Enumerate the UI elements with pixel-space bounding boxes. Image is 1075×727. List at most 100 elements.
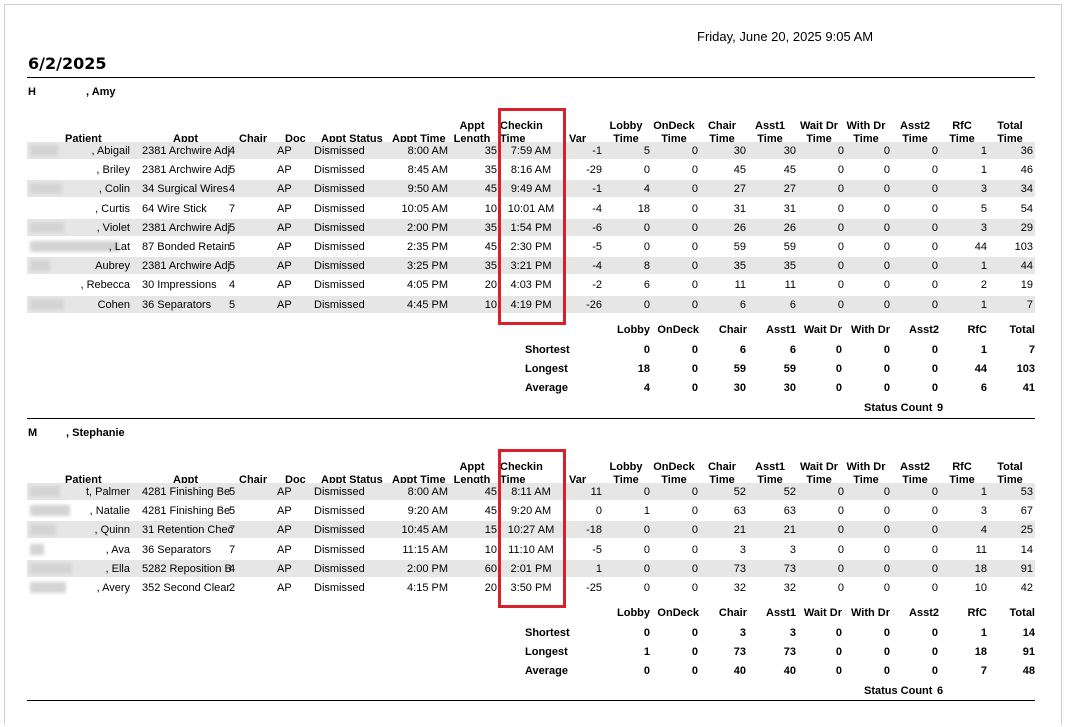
cell-time: 8:00 AM — [407, 145, 448, 157]
cell-status: Dismissed — [314, 562, 365, 575]
cell-time: 4:45 PM — [407, 298, 448, 311]
cell-patient: , Ava — [105, 543, 130, 556]
col-header-chair-time-line-1: Chair — [707, 120, 737, 132]
cell-waitdr: 0 — [837, 486, 844, 498]
summary-label-average: Average — [525, 665, 569, 678]
cell-patient: , Curtis — [95, 202, 130, 215]
col-header-appt-length-line-1: Appt — [459, 120, 485, 132]
cell-asst1: 73 — [783, 562, 796, 575]
col-header-chair-time-line-1: Chair — [707, 461, 737, 473]
cell-var: -18 — [586, 524, 602, 537]
cell-var: -29 — [586, 164, 602, 177]
cell-withdr: 0 — [883, 260, 890, 273]
col-header-ondeck-time-line-1: OnDeck — [653, 461, 695, 473]
cell-asst2: 0 — [931, 145, 938, 157]
summary-value: 0 — [835, 627, 842, 640]
cell-appt: 36 Separators — [142, 298, 212, 311]
summary-value: 6 — [980, 381, 987, 394]
report-date: 6/2/2025 — [28, 54, 107, 73]
cell-var: -26 — [586, 298, 602, 311]
cell-waitdr: 0 — [837, 145, 844, 157]
cell-status: Dismissed — [314, 145, 365, 157]
summary-value: 0 — [883, 381, 890, 394]
cell-var: 0 — [595, 505, 602, 518]
status-count-value: 6 — [937, 685, 944, 698]
cell-doc: AP — [277, 183, 292, 196]
cell-chairt: 6 — [739, 298, 746, 311]
cell-chair: 4 — [229, 183, 236, 196]
cell-appt: 2381 Archwire Adj — [142, 260, 231, 273]
cell-len: 10 — [484, 298, 497, 311]
cell-withdr: 0 — [883, 505, 890, 518]
cell-doc: AP — [277, 260, 292, 273]
summary-value: 0 — [643, 343, 650, 356]
summary-header-0: Lobby — [617, 323, 650, 336]
cell-asst1: 52 — [783, 486, 796, 498]
cell-ondeck: 0 — [691, 582, 698, 594]
cell-lobby: 5 — [643, 145, 650, 157]
cell-waitdr: 0 — [837, 524, 844, 537]
cell-lobby: 6 — [643, 279, 650, 292]
summary-value: 0 — [883, 362, 890, 375]
cell-total: 29 — [1020, 221, 1033, 234]
summary-value: 0 — [691, 343, 698, 356]
cell-status: Dismissed — [314, 241, 365, 253]
cell-doc: AP — [277, 543, 292, 556]
cell-asst2: 0 — [931, 164, 938, 177]
cell-patient: , Avery — [96, 582, 130, 594]
summary-header-3: Asst1 — [766, 607, 796, 620]
cell-doc: AP — [277, 582, 292, 594]
summary-value: 59 — [783, 362, 796, 375]
cell-patient: Aubrey — [95, 260, 130, 273]
cell-chairt: 26 — [733, 221, 746, 234]
summary-header-4: Wait Dr — [803, 607, 842, 620]
cell-waitdr: 0 — [837, 183, 844, 196]
col-header-with-dr-time-line-1: With Dr — [846, 461, 886, 473]
cell-appt: 352 Second Clear — [142, 582, 231, 594]
summary-value: 0 — [931, 343, 938, 356]
cell-patient: , Violet — [96, 221, 130, 234]
cell-total: 7 — [1026, 298, 1033, 311]
cell-chair: 4 — [229, 279, 236, 292]
cell-chair: 5 — [229, 241, 236, 253]
cell-waitdr: 0 — [837, 562, 844, 575]
cell-chair: 7 — [229, 202, 236, 215]
cell-patient: t, Palmer — [85, 486, 130, 498]
cell-status: Dismissed — [314, 505, 365, 518]
cell-withdr: 0 — [883, 279, 890, 292]
cell-chair: 5 — [229, 505, 236, 518]
cell-total: 42 — [1020, 582, 1033, 594]
cell-withdr: 0 — [883, 183, 890, 196]
cell-var: -5 — [592, 241, 602, 253]
cell-status: Dismissed — [314, 543, 365, 556]
cell-chairt: 31 — [733, 202, 746, 215]
summary-value: 41 — [1022, 381, 1035, 394]
cell-asst2: 0 — [931, 279, 938, 292]
cell-chairt: 11 — [734, 279, 746, 292]
cell-appt: 30 Impressions — [142, 279, 217, 292]
summary-value: 30 — [733, 381, 746, 394]
cell-status: Dismissed — [314, 298, 365, 311]
cell-appt: 2381 Archwire Adj — [142, 145, 231, 157]
cell-chairt: 35 — [733, 260, 746, 273]
cell-status: Dismissed — [314, 164, 365, 177]
cell-asst1: 27 — [783, 183, 796, 196]
cell-len: 20 — [484, 279, 497, 292]
cell-len: 45 — [484, 505, 497, 518]
cell-var: -1 — [592, 183, 602, 196]
cell-waitdr: 0 — [837, 505, 844, 518]
divider — [27, 700, 1035, 701]
summary-header-8: Total — [1009, 323, 1035, 336]
summary-value: 91 — [1022, 646, 1035, 659]
cell-var: -4 — [592, 202, 602, 215]
cell-time: 11:15 AM — [402, 543, 448, 556]
col-header-rfc-time-line-1: RfC — [952, 120, 972, 132]
cell-asst1: 32 — [783, 582, 796, 594]
cell-asst2: 0 — [931, 183, 938, 196]
cell-time: 3:25 PM — [407, 260, 448, 273]
cell-patient: , Abigail — [91, 145, 130, 157]
summary-header-2: Chair — [718, 607, 747, 620]
cell-ondeck: 0 — [691, 298, 698, 311]
cell-time: 10:05 AM — [401, 202, 448, 215]
cell-lobby: 0 — [643, 524, 650, 537]
